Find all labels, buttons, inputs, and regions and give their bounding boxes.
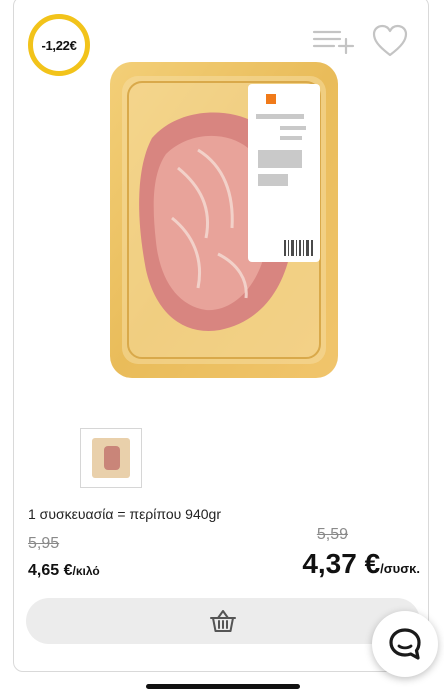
chat-bubble-icon [389,628,421,660]
price-per-kilo-unit: /κιλό [72,564,100,578]
basket-icon [210,610,236,632]
thumbnail-image [92,438,130,478]
old-price-per-kilo: 5,95 [28,535,60,552]
price-per-pack-unit: /συσκ. [380,561,420,576]
heart-icon[interactable] [372,24,408,58]
price-per-kilo: 4,65 €/κιλό [28,562,100,580]
add-to-list-icon[interactable] [312,28,356,54]
home-indicator [146,684,300,689]
discount-badge: -1,22€ [28,14,90,76]
package-info: 1 συσκευασία = περίπου 940gr [28,506,221,522]
old-price-per-pack: 5,59 [316,526,348,543]
discount-text: -1,22€ [41,37,77,53]
price-per-pack-value: 4,37 € [302,548,381,579]
chat-button[interactable] [372,611,438,677]
product-thumbnail[interactable] [80,428,142,488]
product-image [110,62,338,378]
price-per-pack: 4,37 €/συσκ. [302,548,420,580]
price-per-kilo-value: 4,65 € [28,562,73,579]
add-to-cart-button[interactable] [26,598,420,644]
